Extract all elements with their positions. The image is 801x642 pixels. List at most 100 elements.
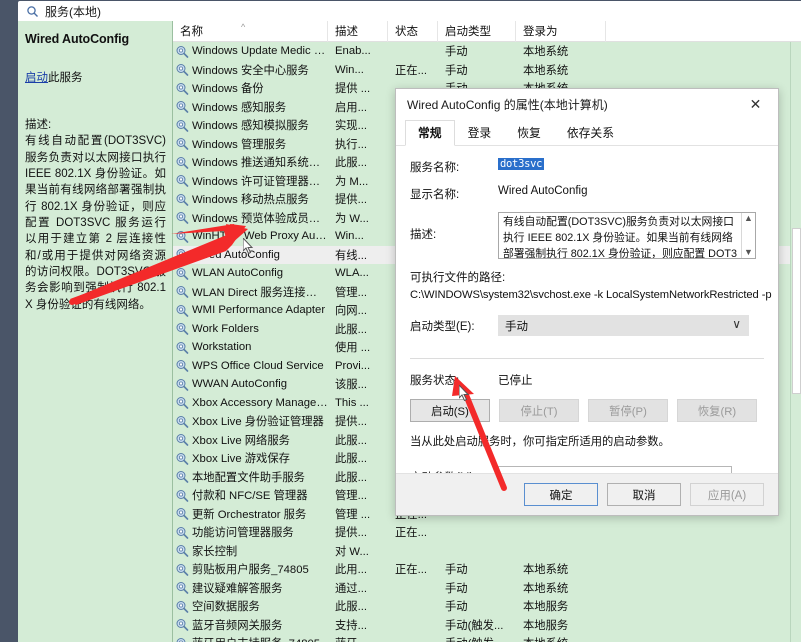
cell-description: 支持... [335,619,368,632]
cell-description: 此服... [335,601,368,614]
service-name-text: WLAN Direct 服务连接管理... [192,286,328,299]
dialog-description-label: 描述: [410,229,437,241]
dialog-title-text: Wired AutoConfig 的属性(本地计算机) [407,98,608,112]
column-header-startup-type[interactable]: 启动类型 [438,21,516,42]
column-header-description[interactable]: 描述 [328,21,388,42]
cell-description: 提供... [335,527,368,540]
column-header-logon-as[interactable]: 登录为 [516,21,606,42]
column-header-status[interactable]: 状态 [388,21,438,42]
service-name-text: Xbox Live 网络服务 [192,434,290,447]
cell-service-name: 空间数据服务 [173,597,328,616]
executable-path-value: C:\WINDOWS\system32\svchost.exe -k Local… [410,289,772,301]
table-row[interactable]: 空间数据服务 此服... 手动 本地服务 [173,597,801,616]
service-icon [175,63,189,77]
service-name-text: 更新 Orchestrator 服务 [192,508,307,521]
tab-0[interactable]: 常规 [405,120,455,146]
services-node-icon [26,5,39,18]
service-control-buttons: 启动(S) 停止(T) 暂停(P) 恢复(R) [410,399,764,422]
cell-description: Win... [335,63,364,76]
service-control-button-1: 停止(T) [499,399,579,422]
table-row[interactable]: 剪贴板用户服务_74805 此用... 正在... 手动 本地系统 [173,560,801,579]
service-icon [175,489,189,502]
cell-startup-type: 手动 [445,582,468,595]
service-name-text: Wired AutoConfig [192,248,280,261]
sort-ascending-icon: ^ [241,21,246,32]
mouse-cursor-list [243,238,254,254]
cell-service-name: 付款和 NFC/SE 管理器 [173,486,328,505]
cell-description: 此服... [335,453,368,466]
cell-description: 此服... [335,471,368,484]
tab-3[interactable]: 依存关系 [553,121,628,145]
service-name-text: Workstation [192,341,252,354]
cell-description: This ... [335,396,369,409]
cell-description: 提供 ... [335,83,371,96]
table-row[interactable]: 功能访问管理器服务 提供... 正在... [173,523,801,542]
cell-service-name: 更新 Orchestrator 服务 [173,505,328,524]
cell-description: 实现... [335,120,368,133]
dialog-description-box[interactable]: 有线自动配置(DOT3SVC)服务负责对以太网接口执行 IEEE 802.1X … [498,212,756,259]
service-status-label: 服务状态: [410,375,460,387]
cell-description: 使用 ... [335,342,371,355]
table-row[interactable]: 建议疑难解答服务 通过... 手动 本地系统 [173,579,801,598]
service-control-button-0[interactable]: 启动(S) [410,399,490,422]
window-titlebar: 服务(本地) [0,0,801,21]
cell-description: 此服... [335,434,368,447]
cell-service-name: Windows 感知服务 [173,98,328,117]
cell-description: 启用... [335,101,368,114]
window-title: 服务(本地) [45,4,101,19]
service-name-text: Windows 管理服务 [192,138,287,151]
service-name-text: Windows 感知服务 [192,101,287,114]
service-status-value: 已停止 [498,374,533,387]
table-row[interactable]: 家长控制 对 W... [173,542,801,561]
table-row[interactable]: 蓝牙音频网关服务 支持... 手动(触发... 本地服务 [173,616,801,635]
service-icon [175,359,189,373]
cell-service-name: Windows 管理服务 [173,135,328,154]
tree-node-services-local[interactable]: 服务(本地) [18,1,801,21]
cell-service-name: WLAN AutoConfig [173,264,328,283]
cell-description: 管理... [335,490,368,503]
scroll-down-icon[interactable]: ▼ [744,248,753,257]
tab-1[interactable]: 登录 [454,121,505,145]
list-scrollbar-thumb[interactable] [792,228,801,394]
cell-description: 向网... [335,305,368,318]
service-name-text: 建议疑难解答服务 [192,582,283,595]
detail-service-title: Wired AutoConfig [25,32,130,46]
startup-type-combobox[interactable]: 手动 ∨ [498,315,749,336]
cell-service-name: WWAN AutoConfig [173,375,328,394]
cell-logon-as: 本地系统 [516,634,606,642]
dialog-footer-button-1[interactable]: 取消 [607,483,681,506]
table-row[interactable]: 蓝牙用户支持服务_74805 蓝牙... 手动(触发...本地系统 [173,634,801,642]
close-icon[interactable]: ✕ [733,89,778,120]
cell-service-name: Windows 备份 [173,79,328,98]
service-name-text: Windows 移动热点服务 [192,194,309,207]
cell-description: 该服... [335,379,368,392]
service-icon [175,137,189,151]
service-icon [175,563,189,576]
service-icon [175,82,189,95]
service-name-text: 空间数据服务 [192,601,260,614]
cell-logon-as [516,542,606,561]
scroll-up-icon[interactable]: ▲ [744,214,753,223]
cell-service-name: Windows 许可证管理器服务 [173,172,328,191]
description-scrollbar[interactable]: ▲ ▼ [741,213,755,258]
column-header-filler [606,21,801,42]
table-row[interactable]: Windows Update Medic Se... Enab... 手动 本地系统 [173,42,801,61]
startup-params-hint: 当从此处启动服务时，你可指定所适用的启动参数。 [410,436,670,448]
tab-2[interactable]: 恢复 [504,121,554,145]
cell-startup-type: 手动 [445,46,468,59]
list-column-headers: 名称 ^ 描述 状态 启动类型 登录为 [173,21,801,42]
cell-service-name: WMI Performance Adapter [173,301,328,320]
service-name-row: 服务名称: dot3svc [410,158,764,175]
service-name-text: Windows 预览体验成员服务 [192,212,328,225]
service-icon [175,415,189,428]
dialog-footer-button-0[interactable]: 确定 [524,483,598,506]
cell-description: 此用... [335,564,368,577]
service-icon [175,193,189,206]
start-service-link[interactable]: 启动 [25,72,48,84]
list-vertical-scrollbar[interactable] [790,42,801,642]
column-header-name[interactable]: 名称 ^ [173,21,328,42]
cell-service-name: WLAN Direct 服务连接管理... [173,283,328,302]
cell-description: 有线... [335,249,368,262]
service-icon [175,174,189,188]
table-row[interactable]: Windows 安全中心服务 Win... 正在... 手动 本地系统 [173,61,801,80]
